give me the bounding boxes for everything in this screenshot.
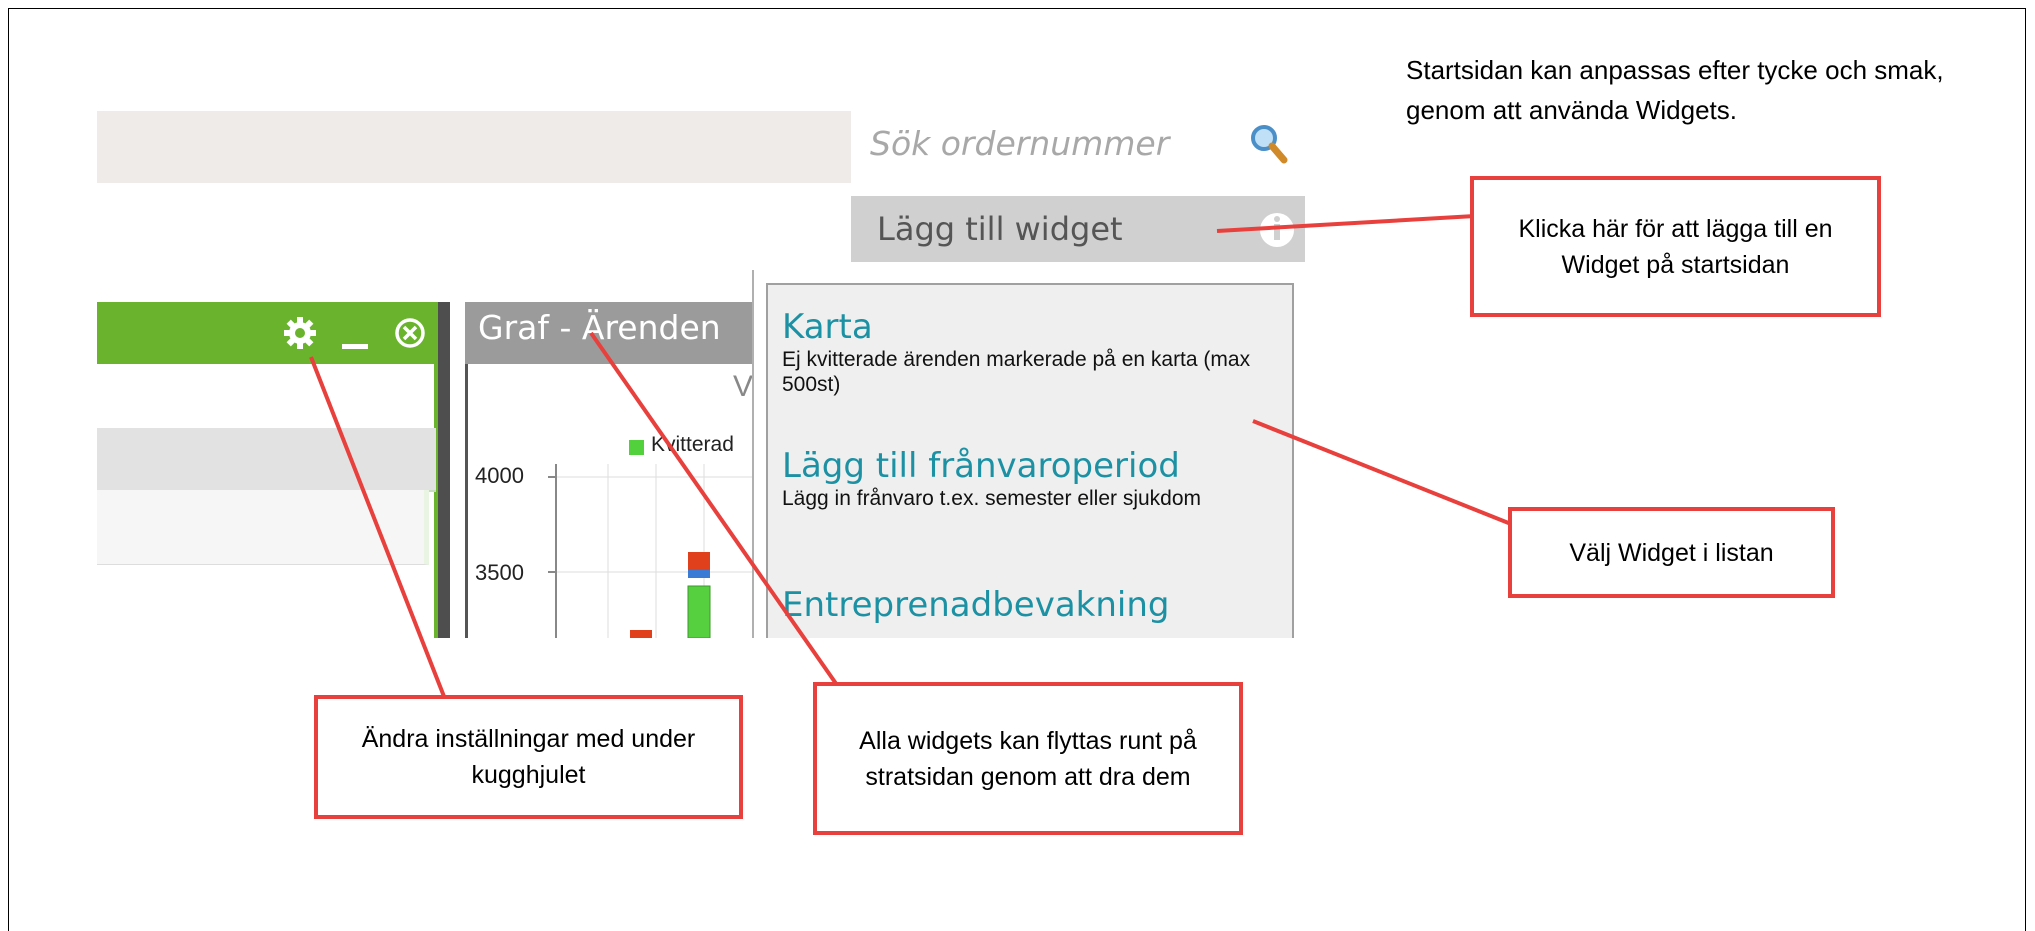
callout-choose-widget: Välj Widget i listan [1508,507,1835,598]
callout-text: Välj Widget i listan [1569,538,1774,567]
callout-move: Alla widgets kan flyttas runt på stratsi… [813,682,1243,835]
callout-text: Klicka här för att lägga till en Widget … [1518,214,1833,279]
callout-add-widget: Klicka här för att lägga till en Widget … [1470,176,1881,317]
callout-settings: Ändra inställningar med under kugghjulet [314,695,743,819]
callout-text: Alla widgets kan flyttas runt på stratsi… [859,726,1197,791]
callout-text: Ändra inställningar med under kugghjulet [361,725,696,789]
